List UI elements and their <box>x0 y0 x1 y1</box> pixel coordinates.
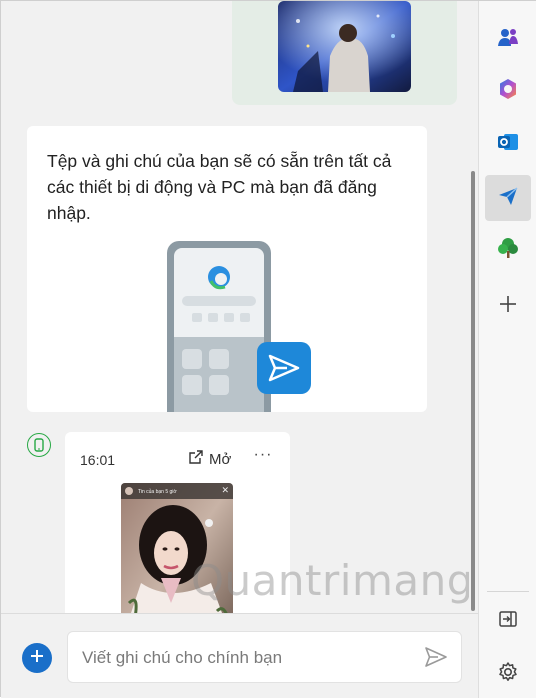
rail-divider <box>487 591 529 592</box>
add-app-button[interactable] <box>485 283 531 329</box>
sent-image-thumbnail[interactable] <box>278 1 411 92</box>
file-image-thumbnail[interactable]: Tin của bạn 5 giờ ✕ <box>121 483 233 613</box>
sidebar-toggle-icon <box>498 609 518 634</box>
more-options-button[interactable]: ··· <box>251 444 275 468</box>
drop-icon <box>497 185 519 212</box>
thumbnail-close-icon: ✕ <box>221 485 229 495</box>
chat-scrollbar[interactable] <box>469 1 477 613</box>
sent-message-bubble <box>232 1 457 105</box>
message-time: 16:01 <box>80 452 116 468</box>
add-icon <box>499 295 517 318</box>
note-input[interactable] <box>82 646 402 670</box>
copilot-icon <box>496 77 520 106</box>
phone-illustration <box>167 241 317 412</box>
copilot-app-button[interactable] <box>485 68 531 114</box>
settings-button[interactable] <box>485 651 531 697</box>
info-message-text: Tệp và ghi chú của bạn sẽ có sẵn trên tấ… <box>47 151 392 223</box>
people-icon <box>496 26 520 55</box>
send-icon <box>423 647 449 674</box>
attach-button[interactable] <box>22 643 52 673</box>
send-button[interactable] <box>423 644 451 672</box>
outlook-app-button[interactable] <box>485 121 531 167</box>
open-external-icon <box>188 449 204 469</box>
app-rail <box>478 1 536 698</box>
chat-area: Tệp và ghi chú của bạn sẽ có sẵn trên tấ… <box>1 1 469 613</box>
people-app-button[interactable] <box>485 17 531 63</box>
thumbnail-caption: Tin của bạn 5 giờ <box>138 489 177 495</box>
open-label: Mở <box>209 450 232 468</box>
tree-app-button[interactable] <box>485 227 531 273</box>
drop-panel: Tệp và ghi chú của bạn sẽ có sẵn trên tấ… <box>0 0 536 698</box>
open-button[interactable]: Mở <box>188 448 231 470</box>
info-message-card: Tệp và ghi chú của bạn sẽ có sẵn trên tấ… <box>27 126 427 412</box>
sidebar-toggle-button[interactable] <box>485 598 531 644</box>
note-input-box <box>67 631 462 683</box>
drop-app-button[interactable] <box>485 175 531 221</box>
file-message-card: 16:01 Mở ··· Tin của bạn 5 giờ ✕ <box>65 432 290 613</box>
settings-icon <box>497 661 519 688</box>
mobile-device-icon <box>27 433 51 457</box>
composer-bar <box>1 613 478 698</box>
outlook-icon <box>496 130 520 159</box>
tree-icon <box>496 236 520 265</box>
scrollbar-thumb[interactable] <box>471 171 475 611</box>
plus-icon <box>30 649 44 668</box>
